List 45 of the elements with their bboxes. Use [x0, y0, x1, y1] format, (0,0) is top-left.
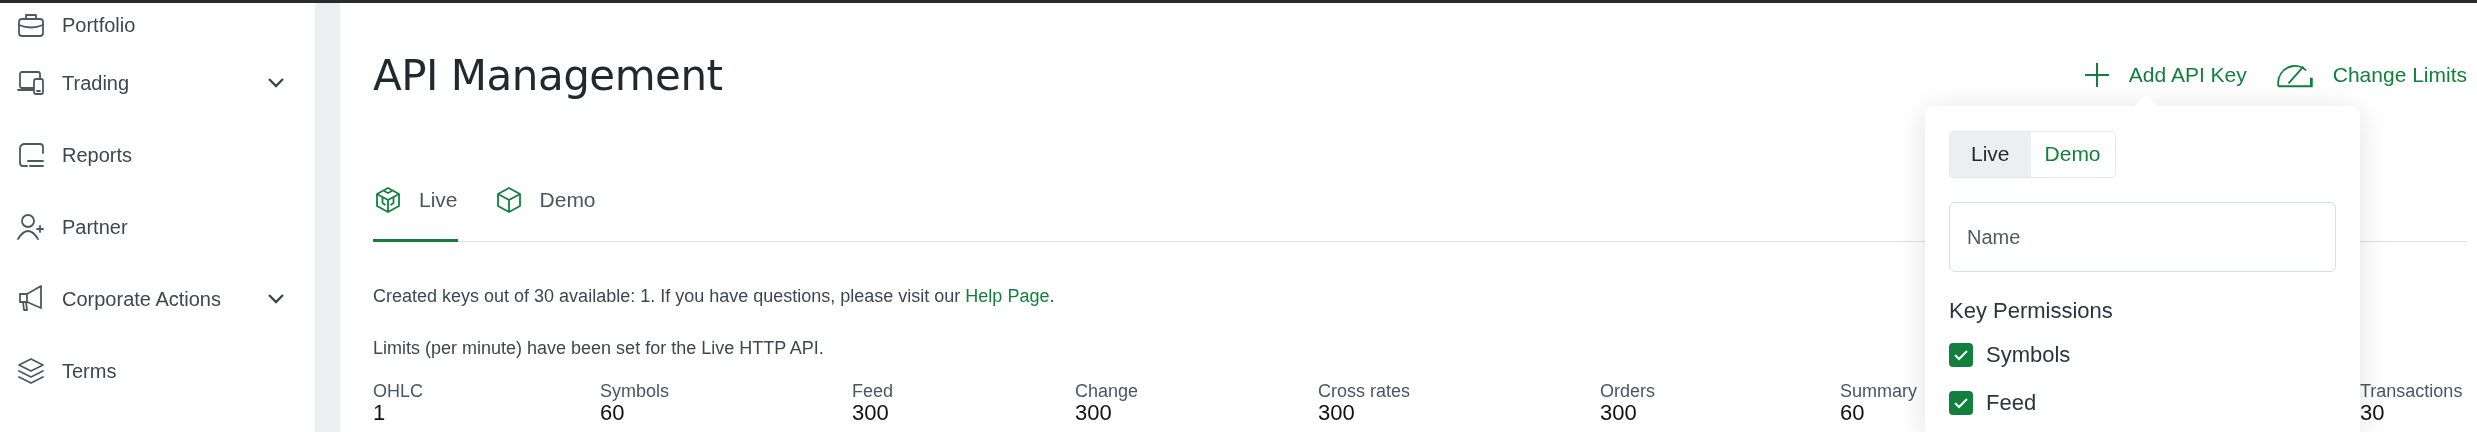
checkbox-label: Symbols — [1986, 342, 2071, 368]
section-title: Key Permissions — [1949, 298, 2114, 324]
tab[interactable]: Demo — [493, 147, 596, 242]
notice-text: Created keys out of 30 available: 1. If you have questions, please visit our Help Page. — [373, 285, 1055, 307]
devices-icon — [16, 68, 46, 98]
add-user-icon — [16, 212, 46, 242]
help-link[interactable]: Help Page — [965, 285, 1050, 306]
limit-value: 60 — [600, 401, 625, 424]
plus-icon — [2082, 61, 2111, 89]
limits-caption: Limits (per minute) have been set for the Live HTTP API. — [373, 337, 824, 359]
layers-icon — [16, 356, 46, 386]
checkbox-label: Feed — [1986, 390, 2037, 416]
chevron-down-icon[interactable] — [267, 293, 285, 305]
limit-label: Change — [1075, 380, 1139, 402]
limit-label: Symbols — [600, 380, 670, 402]
limit-value: 300 — [852, 401, 889, 424]
limit-value: 30 — [2360, 401, 2385, 424]
limit-value: 300 — [1075, 401, 1112, 424]
limit-label: Cross rates — [1318, 380, 1411, 402]
limit-value: 300 — [1318, 401, 1355, 424]
action-link[interactable]: Add API Key — [2082, 61, 2247, 89]
sidebar-item[interactable]: Trading — [0, 47, 315, 119]
sidebar-item[interactable]: Corporate Actions — [0, 263, 315, 335]
limit-label: Transactions — [2360, 380, 2463, 402]
segment-tab[interactable]: Live — [1950, 132, 2031, 177]
limit-value: 60 — [1840, 401, 1865, 424]
checkbox[interactable] — [1949, 343, 1973, 367]
limit-value: 300 — [1600, 401, 1637, 424]
limit-label: Feed — [852, 380, 894, 402]
chevron-down-icon[interactable] — [267, 77, 285, 89]
sidebar-item[interactable]: Terms — [0, 335, 315, 407]
checkbox[interactable] — [1949, 391, 1973, 415]
sidebar-item[interactable]: Portfolio — [0, 3, 315, 47]
limit-label: OHLC — [373, 380, 423, 402]
page-title: API Management — [373, 50, 724, 100]
tab[interactable]: Live — [373, 147, 458, 242]
limit-value: 1 — [373, 401, 386, 424]
monitor-icon — [16, 140, 46, 170]
limit-label: Summary — [1840, 380, 1917, 402]
limit-label: Orders — [1600, 380, 1655, 402]
sidebar-item[interactable]: Partner — [0, 191, 315, 263]
action-link[interactable]: Change Limits — [2274, 61, 2467, 89]
cube-icon — [373, 185, 403, 215]
name-field[interactable]: Name — [1949, 202, 2336, 272]
sidebar-item[interactable]: Reports — [0, 119, 315, 191]
